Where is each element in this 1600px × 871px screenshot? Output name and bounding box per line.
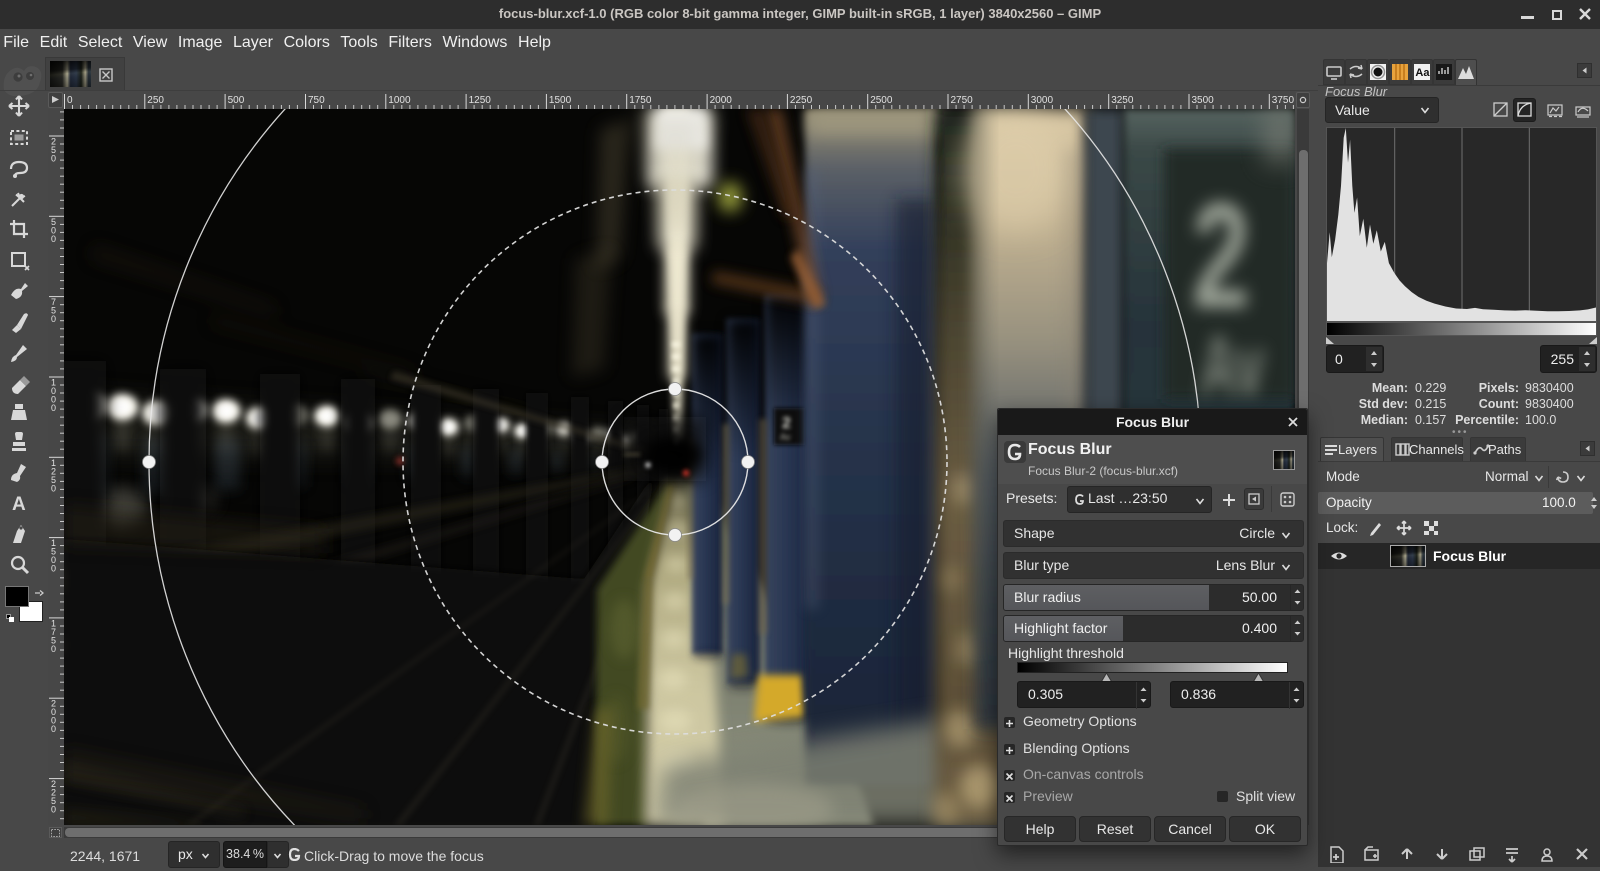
svg-text:0: 0 <box>51 154 56 164</box>
svg-text:0: 0 <box>51 805 56 815</box>
svg-text:2000: 2000 <box>710 95 733 106</box>
svg-text:A: A <box>12 494 26 515</box>
svg-text:3500: 3500 <box>1192 95 1215 106</box>
svg-text:3000: 3000 <box>1031 95 1054 106</box>
svg-text:1250: 1250 <box>469 95 492 106</box>
svg-text:0: 0 <box>51 564 56 574</box>
svg-text:1750: 1750 <box>629 95 652 106</box>
svg-text:0: 0 <box>67 95 73 106</box>
svg-text:0: 0 <box>51 644 56 654</box>
svg-text:2750: 2750 <box>951 95 974 106</box>
svg-text:0: 0 <box>51 403 56 413</box>
svg-text:2500: 2500 <box>870 95 893 106</box>
svg-text:0: 0 <box>51 314 56 324</box>
svg-text:3750: 3750 <box>1272 95 1295 106</box>
svg-text:3250: 3250 <box>1111 95 1134 106</box>
svg-text:Aa: Aa <box>1415 67 1430 79</box>
svg-text:1000: 1000 <box>388 95 411 106</box>
svg-text:0: 0 <box>51 234 56 244</box>
svg-text:0: 0 <box>51 483 56 493</box>
svg-text:1500: 1500 <box>549 95 572 106</box>
svg-text:0: 0 <box>51 724 56 734</box>
svg-text:250: 250 <box>147 95 164 106</box>
svg-text:500: 500 <box>228 95 245 106</box>
svg-text:750: 750 <box>308 95 325 106</box>
svg-text:2250: 2250 <box>790 95 813 106</box>
